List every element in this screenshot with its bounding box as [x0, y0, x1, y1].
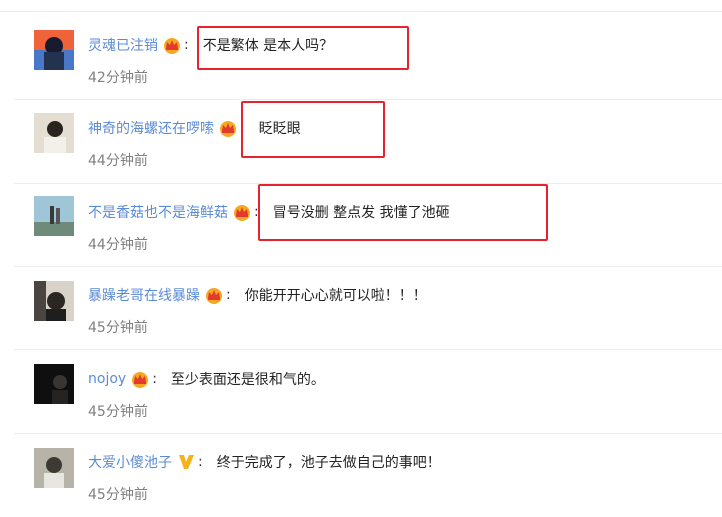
avatar[interactable]	[34, 196, 74, 236]
avatar-image	[34, 281, 74, 321]
separator: :	[226, 287, 231, 303]
comment-item: 暴躁老哥在线暴躁 : 你能开开心心就可以啦！！！ 45分钟前	[0, 267, 722, 350]
timestamp: 42分钟前	[88, 70, 148, 86]
crown-icon[interactable]	[162, 36, 182, 54]
avatar[interactable]	[34, 448, 74, 488]
username[interactable]: 灵魂已注销	[88, 35, 158, 55]
timestamp: 44分钟前	[88, 153, 148, 169]
timestamp: 45分钟前	[88, 404, 148, 420]
separator: :	[184, 37, 189, 53]
highlight-box	[258, 184, 548, 241]
verified-v-icon[interactable]	[176, 453, 196, 471]
crown-icon[interactable]	[218, 119, 238, 137]
comment-item: 不是香菇也不是海鲜菇 : 冒号没删 整点发 我懂了池砸 44分钟前	[0, 184, 722, 267]
comment-item: 大爱小傻池子 : 终于完成了，池子去做自己的事吧！ 45分钟前	[0, 434, 722, 517]
comment-text: 终于完成了，池子去做自己的事吧！	[216, 455, 441, 471]
separator: :	[152, 371, 157, 387]
avatar[interactable]	[34, 30, 74, 70]
comment-item: 神奇的海螺还在啰嗦 : 眨眨眼 44分钟前	[0, 100, 722, 184]
avatar[interactable]	[34, 113, 74, 153]
highlight-box	[197, 26, 409, 70]
avatar[interactable]	[34, 364, 74, 404]
avatar-image	[34, 196, 74, 236]
username[interactable]: 大爱小傻池子	[88, 452, 172, 472]
avatar-image	[34, 30, 74, 70]
separator: :	[198, 454, 203, 470]
username[interactable]: 暴躁老哥在线暴躁	[88, 285, 200, 305]
username[interactable]: 神奇的海螺还在啰嗦	[88, 118, 214, 138]
crown-icon[interactable]	[232, 203, 252, 221]
avatar[interactable]	[34, 281, 74, 321]
username[interactable]: nojoy	[88, 371, 126, 387]
avatar-image	[34, 113, 74, 153]
comment-text: 你能开开心心就可以啦！！！	[244, 288, 427, 304]
comment-text: 至少表面还是很和气的。	[170, 372, 325, 388]
avatar-image	[34, 364, 74, 404]
comment-item: nojoy : 至少表面还是很和气的。 45分钟前	[0, 350, 722, 434]
timestamp: 44分钟前	[88, 237, 148, 253]
comment-item: 灵魂已注销 : 不是繁体 是本人吗？ 42分钟前	[0, 0, 722, 100]
highlight-box	[241, 101, 385, 158]
timestamp: 45分钟前	[88, 320, 148, 336]
crown-icon[interactable]	[130, 370, 150, 388]
crown-icon[interactable]	[204, 286, 224, 304]
avatar-image	[34, 448, 74, 488]
timestamp: 45分钟前	[88, 487, 148, 503]
username[interactable]: 不是香菇也不是海鲜菇	[88, 202, 228, 222]
